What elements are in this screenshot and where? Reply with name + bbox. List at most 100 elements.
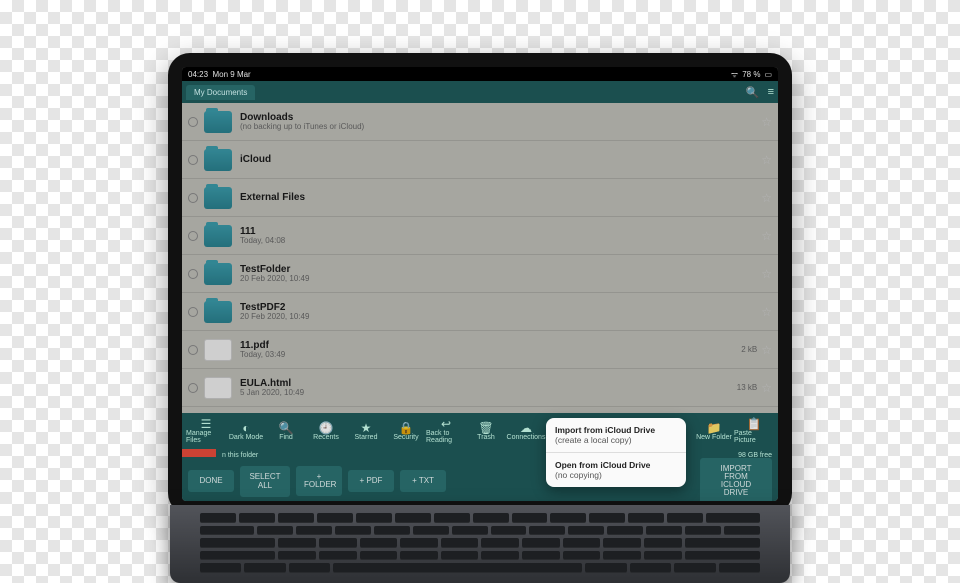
tool-starred[interactable]: ★Starred <box>346 422 386 441</box>
import-popover: Import from iCloud Drive (create a local… <box>546 418 686 487</box>
tab-my-documents[interactable]: My Documents <box>186 85 255 100</box>
star-icon[interactable]: ☆ <box>761 153 772 167</box>
row-text: Downloads(no backing up to iTunes or iCl… <box>240 112 761 132</box>
select-radio[interactable] <box>188 307 198 317</box>
row-sub: 5 Jan 2020, 10:49 <box>240 389 737 398</box>
tool-paste-picture[interactable]: 📋Paste Picture <box>734 418 774 444</box>
select-radio[interactable] <box>188 231 198 241</box>
file-row[interactable]: EULA.html5 Jan 2020, 10:4913 kB☆ <box>182 369 778 407</box>
star-icon[interactable]: ☆ <box>761 343 772 357</box>
tool-strip: n this folder 98 GB free ☰Manage Files◐D… <box>182 413 778 449</box>
highlight-marker <box>182 449 216 457</box>
manage-files-icon: ☰ <box>201 418 212 430</box>
select-radio[interactable] <box>188 193 198 203</box>
folder-icon <box>204 187 232 209</box>
action-bar: DONE SELECT ALL + FOLDER + PDF + TXT IMP… <box>182 461 778 501</box>
wifi-icon: ᯤ <box>731 69 738 80</box>
select-radio[interactable] <box>188 269 198 279</box>
file-row[interactable]: TestFolder20 Feb 2020, 10:49☆ <box>182 255 778 293</box>
security-icon: 🔒 <box>399 422 414 434</box>
folder-info: n this folder <box>222 452 258 459</box>
back-to-reading-icon: ↩ <box>441 418 451 430</box>
star-icon[interactable]: ☆ <box>761 229 772 243</box>
row-text: TestPDF220 Feb 2020, 10:49 <box>240 302 761 322</box>
folder-icon <box>204 301 232 323</box>
tool-find[interactable]: 🔍Find <box>266 422 306 441</box>
new-folder-icon: 📁 <box>707 422 722 434</box>
file-row[interactable]: 111Today, 04:08☆ <box>182 217 778 255</box>
tool-back-to-reading[interactable]: ↩Back to Reading <box>426 418 466 444</box>
row-meta: 2 kB <box>741 345 757 354</box>
row-text: iCloud <box>240 154 761 165</box>
row-title: External Files <box>240 192 761 203</box>
tool-new-folder[interactable]: 📁New Folder <box>694 422 734 441</box>
file-icon <box>204 339 232 361</box>
file-row[interactable]: External Files☆ <box>182 179 778 217</box>
star-icon[interactable]: ☆ <box>761 115 772 129</box>
search-icon[interactable]: 🔍 <box>746 86 760 99</box>
row-title: 11.pdf <box>240 340 741 351</box>
header-bar: My Documents 🔍 ≡ <box>182 81 778 103</box>
folder-icon <box>204 225 232 247</box>
star-icon[interactable]: ☆ <box>761 305 772 319</box>
screen: 04:23 Mon 9 Mar ᯤ 78 % ▭ My Documents 🔍 … <box>182 67 778 501</box>
row-text: 111Today, 04:08 <box>240 226 761 246</box>
select-radio[interactable] <box>188 117 198 127</box>
folder-icon <box>204 263 232 285</box>
file-row[interactable]: iCloud☆ <box>182 141 778 179</box>
tool-manage-files[interactable]: ☰Manage Files <box>186 418 226 444</box>
star-icon[interactable]: ☆ <box>761 267 772 281</box>
row-title: EULA.html <box>240 378 737 389</box>
select-radio[interactable] <box>188 345 198 355</box>
status-time: 04:23 <box>188 70 208 79</box>
row-sub: 20 Feb 2020, 10:49 <box>240 313 761 322</box>
file-row[interactable]: Downloads(no backing up to iTunes or iCl… <box>182 103 778 141</box>
tool-connections[interactable]: ☁Connections <box>506 422 546 441</box>
status-date: Mon 9 Mar <box>212 70 250 79</box>
popover-open-nocopy[interactable]: Open from iCloud Drive (no copying) <box>546 453 686 487</box>
row-sub: Today, 04:08 <box>240 237 761 246</box>
trash-icon: 🗑 <box>478 422 493 434</box>
recents-icon: 🕘 <box>319 422 334 434</box>
row-sub: Today, 03:49 <box>240 351 741 360</box>
select-radio[interactable] <box>188 383 198 393</box>
done-button[interactable]: DONE <box>188 470 234 492</box>
row-title: TestFolder <box>240 264 761 275</box>
file-icon <box>204 377 232 399</box>
row-text: TestFolder20 Feb 2020, 10:49 <box>240 264 761 284</box>
strip-gap <box>182 449 778 461</box>
connections-icon: ☁ <box>520 422 532 434</box>
sort-icon[interactable]: ≡ <box>768 86 774 98</box>
row-text: EULA.html5 Jan 2020, 10:49 <box>240 378 737 398</box>
tool-security[interactable]: 🔒Security <box>386 422 426 441</box>
star-icon[interactable]: ☆ <box>761 381 772 395</box>
row-title: TestPDF2 <box>240 302 761 313</box>
status-bar: 04:23 Mon 9 Mar ᯤ 78 % ▭ <box>182 67 778 81</box>
file-list: Downloads(no backing up to iTunes or iCl… <box>182 103 778 413</box>
find-icon: 🔍 <box>279 422 294 434</box>
add-txt-button[interactable]: + TXT <box>400 470 446 492</box>
star-icon[interactable]: ☆ <box>761 191 772 205</box>
folder-icon <box>204 111 232 133</box>
popover-import-copy[interactable]: Import from iCloud Drive (create a local… <box>546 418 686 453</box>
select-radio[interactable] <box>188 155 198 165</box>
add-pdf-button[interactable]: + PDF <box>348 470 394 492</box>
row-sub: 20 Feb 2020, 10:49 <box>240 275 761 284</box>
import-icloud-button[interactable]: IMPORT FROM ICLOUD DRIVE <box>700 458 772 501</box>
tool-recents[interactable]: 🕘Recents <box>306 422 346 441</box>
row-sub: (no backing up to iTunes or iCloud) <box>240 123 761 132</box>
tablet-frame: 04:23 Mon 9 Mar ᯤ 78 % ▭ My Documents 🔍 … <box>168 53 792 515</box>
dark-mode-icon: ◐ <box>242 422 249 434</box>
row-title: 111 <box>240 226 761 237</box>
row-title: iCloud <box>240 154 761 165</box>
row-text: 11.pdfToday, 03:49 <box>240 340 741 360</box>
paste-picture-icon: 📋 <box>747 418 762 430</box>
file-row[interactable]: 11.pdfToday, 03:492 kB ☆ <box>182 331 778 369</box>
row-title: Downloads <box>240 112 761 123</box>
tool-trash[interactable]: 🗑Trash <box>466 422 506 441</box>
battery-pct: 78 % <box>742 70 760 79</box>
select-all-button[interactable]: SELECT ALL <box>240 466 290 497</box>
tool-dark-mode[interactable]: ◐Dark Mode <box>226 422 266 441</box>
add-folder-button[interactable]: + FOLDER <box>296 466 342 496</box>
file-row[interactable]: TestPDF220 Feb 2020, 10:49☆ <box>182 293 778 331</box>
